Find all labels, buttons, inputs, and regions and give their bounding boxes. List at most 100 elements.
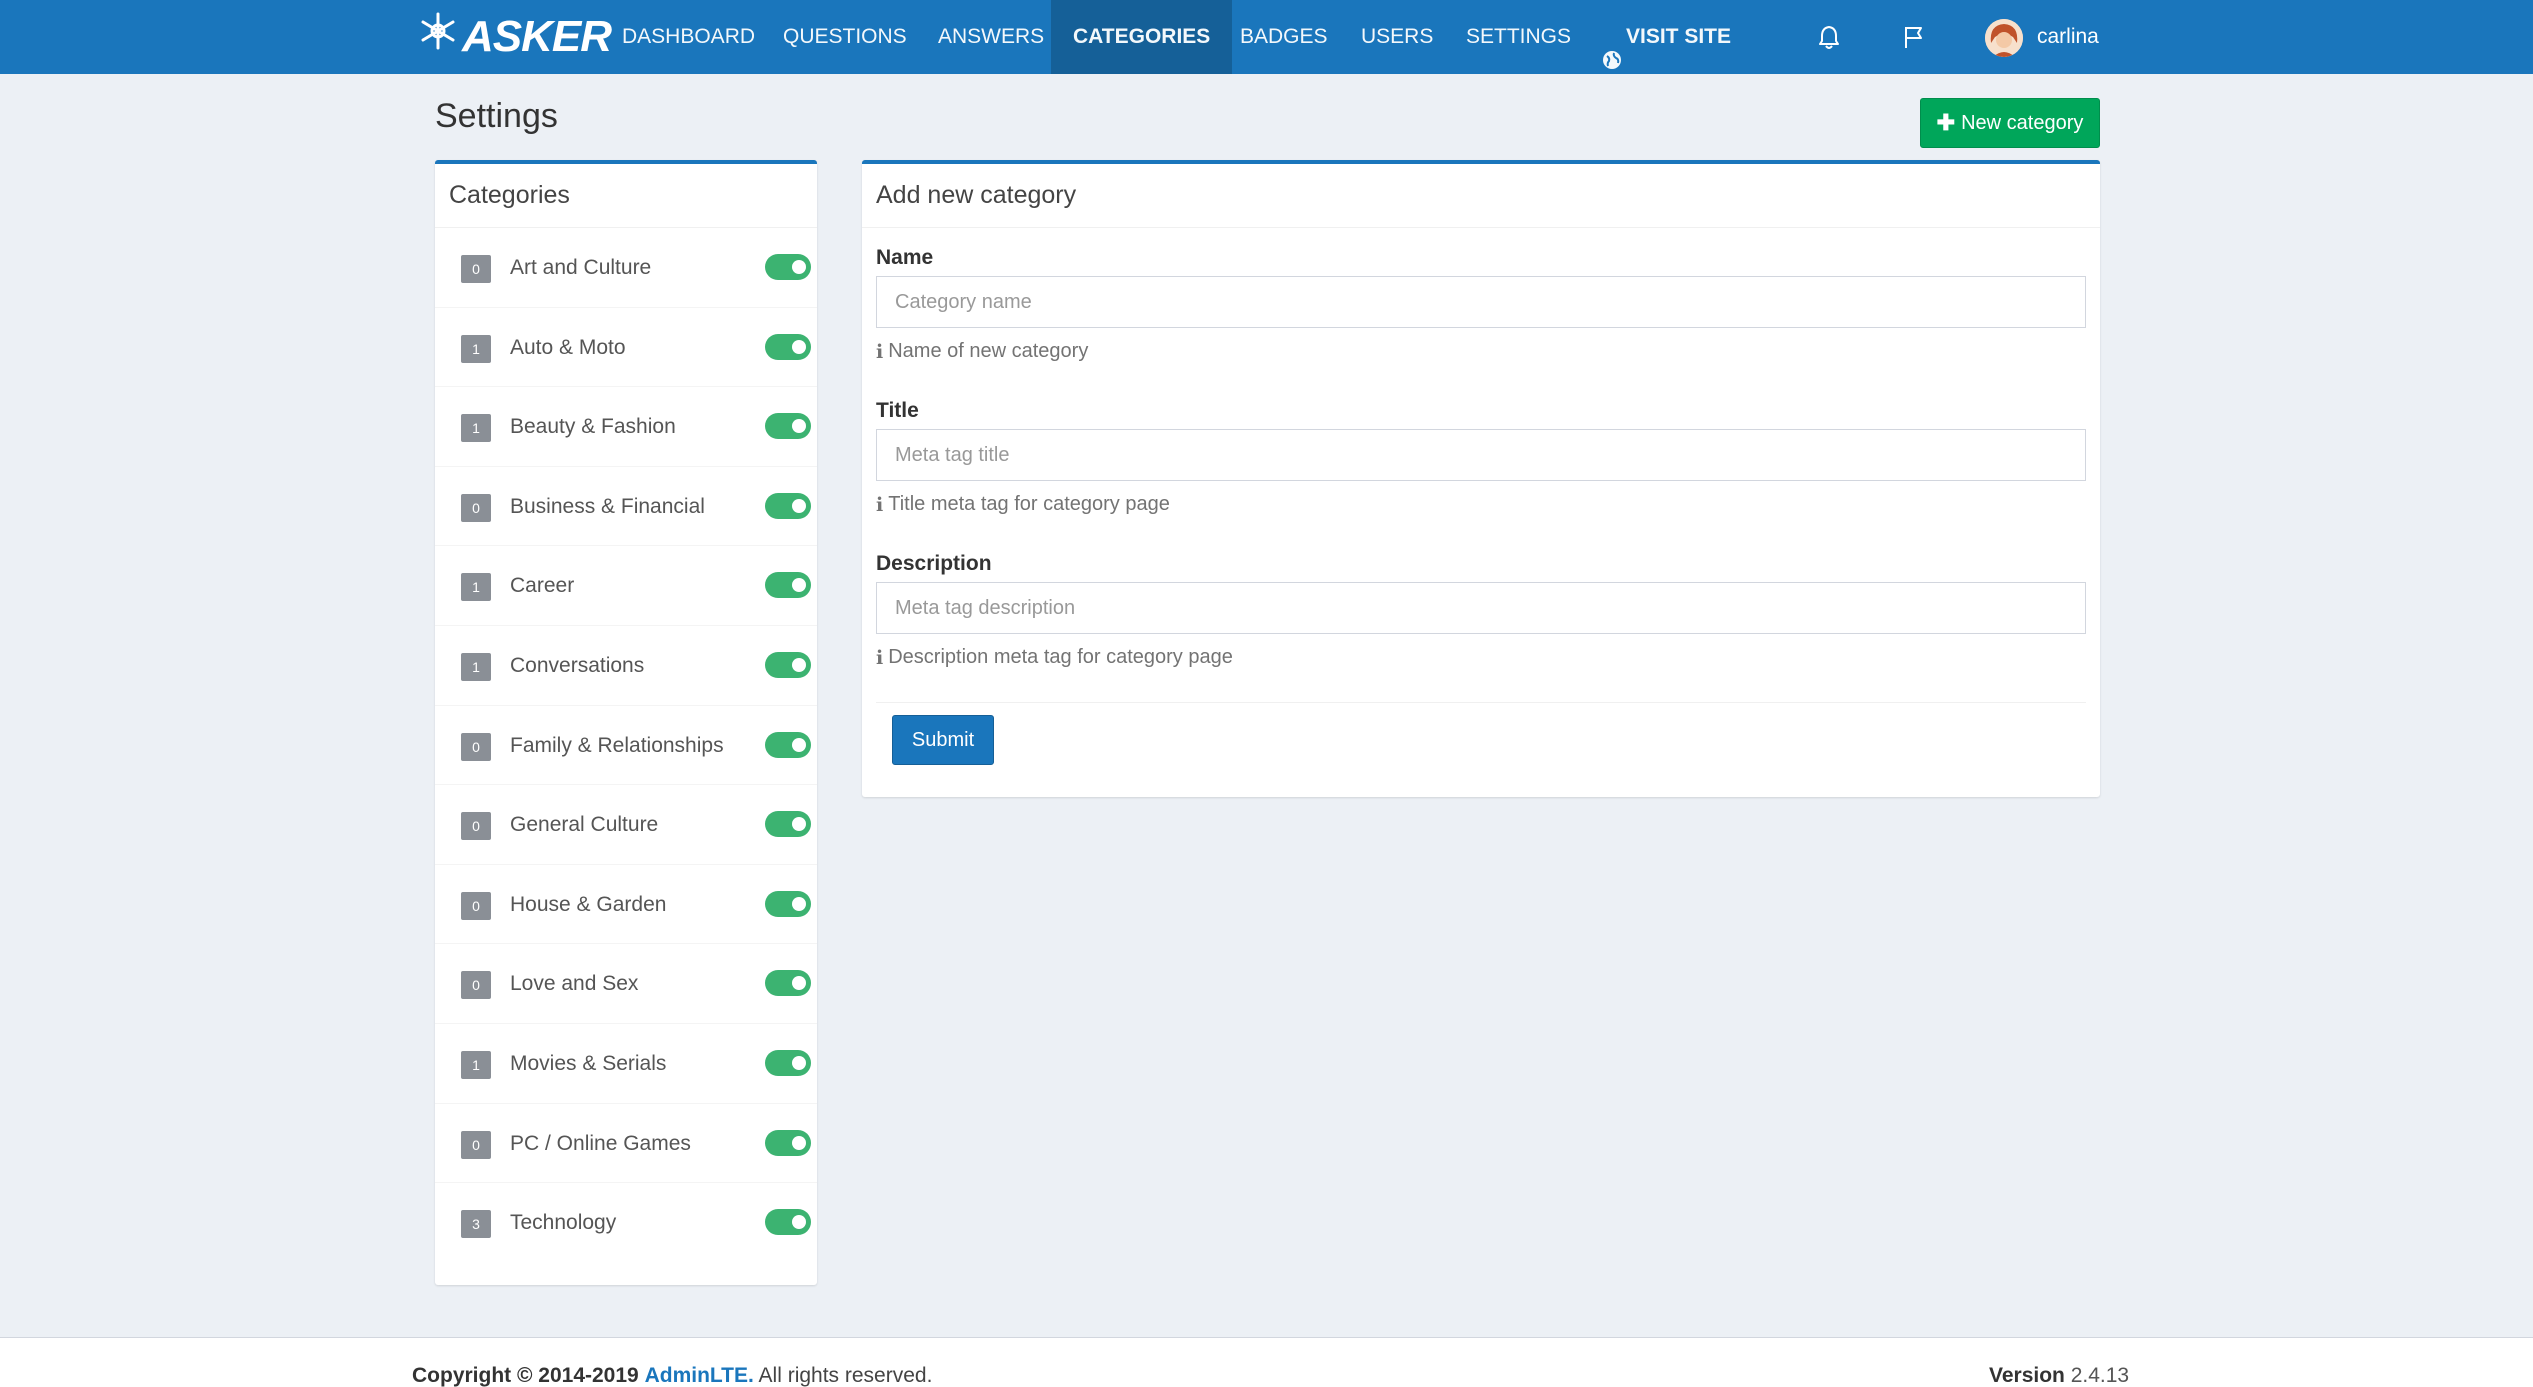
version-label: Version xyxy=(1989,1364,2065,1387)
category-item[interactable]: 1 Conversations xyxy=(435,626,817,706)
category-toggle[interactable] xyxy=(765,651,811,678)
category-count-badge: 0 xyxy=(461,1130,491,1159)
category-item[interactable]: 0 PC / Online Games xyxy=(435,1104,817,1184)
category-count-badge: 0 xyxy=(461,812,491,841)
category-item[interactable]: 3 Technology xyxy=(435,1183,817,1263)
new-category-label: New category xyxy=(1961,111,2084,134)
category-name: Conversations xyxy=(510,653,645,677)
nav-badges[interactable]: BADGES xyxy=(1218,0,1350,74)
rights-text: All rights reserved. xyxy=(758,1364,933,1387)
category-toggle[interactable] xyxy=(765,970,811,997)
description-help: i Description meta tag for category page xyxy=(876,646,2086,669)
form-footer-divider xyxy=(876,702,2086,703)
description-label: Description xyxy=(876,552,992,575)
category-name: Technology xyxy=(510,1211,617,1235)
category-name: Beauty & Fashion xyxy=(510,415,676,439)
category-item[interactable]: 0 House & Garden xyxy=(435,865,817,945)
description-form-group: Description Meta tag description i Descr… xyxy=(876,552,2086,669)
category-item[interactable]: 1 Auto & Moto xyxy=(435,308,817,388)
add-category-panel: Add new category Name Category name i Na… xyxy=(862,160,2100,797)
avatar[interactable] xyxy=(1985,19,2023,57)
info-icon: i xyxy=(876,493,884,516)
description-help-text: Description meta tag for category page xyxy=(888,646,1233,668)
copyright-prefix: Copyright © 2014-2019 xyxy=(412,1364,639,1387)
category-item[interactable]: 0 Family & Relationships xyxy=(435,706,817,786)
category-item[interactable]: 0 General Culture xyxy=(435,785,817,865)
category-name: Auto & Moto xyxy=(510,335,626,359)
version: Version 2.4.13 xyxy=(1989,1364,2129,1387)
brand-name: ASKER xyxy=(462,12,612,61)
category-item[interactable]: 0 Art and Culture xyxy=(435,228,817,308)
globe-icon xyxy=(1602,27,1622,69)
category-toggle[interactable] xyxy=(765,1129,811,1156)
name-help-text: Name of new category xyxy=(888,340,1089,362)
category-count-badge: 1 xyxy=(461,1050,491,1079)
category-toggle[interactable] xyxy=(765,492,811,519)
category-toggle[interactable] xyxy=(765,1049,811,1076)
snowflake-icon xyxy=(418,11,458,63)
nav-dashboard[interactable]: DASHBOARD xyxy=(600,0,777,74)
info-icon: i xyxy=(876,646,884,669)
visit-site-label: VISIT SITE xyxy=(1626,25,1732,48)
category-count-badge: 1 xyxy=(461,334,491,363)
category-name-input[interactable]: Category name xyxy=(876,276,2086,328)
category-name: Career xyxy=(510,574,575,598)
category-toggle[interactable] xyxy=(765,890,811,917)
category-count-badge: 0 xyxy=(461,493,491,522)
page-footer: Copyright © 2014-2019 AdminLTE. All righ… xyxy=(0,1337,2533,1387)
nav-visit-site[interactable]: VISIT SITE xyxy=(1580,0,1753,74)
flag-icon[interactable] xyxy=(1899,22,1929,52)
category-toggle[interactable] xyxy=(765,572,811,599)
category-item[interactable]: 1 Career xyxy=(435,546,817,626)
plus-icon: ✚ xyxy=(1936,110,1956,135)
category-item[interactable]: 1 Beauty & Fashion xyxy=(435,387,817,467)
category-count-badge: 1 xyxy=(461,414,491,443)
category-toggle[interactable] xyxy=(765,1209,811,1236)
category-item[interactable]: 0 Business & Financial xyxy=(435,467,817,547)
nav-questions[interactable]: QUESTIONS xyxy=(761,0,929,74)
category-name: Art and Culture xyxy=(510,256,652,279)
info-icon: i xyxy=(876,340,884,363)
adminlte-link[interactable]: AdminLTE. xyxy=(645,1364,754,1387)
category-name: General Culture xyxy=(510,813,659,837)
category-toggle[interactable] xyxy=(765,811,811,838)
category-count-badge: 0 xyxy=(461,255,491,283)
category-name: PC / Online Games xyxy=(510,1131,691,1155)
version-value: 2.4.13 xyxy=(2070,1364,2130,1387)
bell-icon[interactable] xyxy=(1814,22,1844,52)
nav-settings[interactable]: SETTINGS xyxy=(1444,0,1593,74)
category-item[interactable]: 0 Love and Sex xyxy=(435,944,817,1024)
category-name: Business & Financial xyxy=(510,494,705,518)
submit-button[interactable]: Submit xyxy=(892,715,994,765)
name-form-group: Name Category name i Name of new categor… xyxy=(876,246,2086,363)
category-toggle[interactable] xyxy=(765,731,811,758)
categories-list: 0 Art and Culture 1 Auto & Moto 1 Beauty & Fa… xyxy=(435,228,817,1263)
name-help: i Name of new category xyxy=(876,340,2086,363)
category-toggle[interactable] xyxy=(765,254,811,280)
categories-title: Categories xyxy=(435,164,817,228)
name-label: Name xyxy=(876,246,934,269)
top-navbar: ASKER DASHBOARD QUESTIONS ANSWERS CATEGO… xyxy=(0,0,2533,74)
title-help: i Title meta tag for category page xyxy=(876,493,2086,516)
category-count-badge: 1 xyxy=(461,573,491,602)
category-count-badge: 0 xyxy=(461,732,491,761)
title-form-group: Title Meta tag title i Title meta tag fo… xyxy=(876,399,2086,516)
category-toggle[interactable] xyxy=(765,413,811,440)
nav-categories[interactable]: CATEGORIES xyxy=(1051,0,1233,74)
meta-title-input[interactable]: Meta tag title xyxy=(876,429,2086,481)
nav-users[interactable]: USERS xyxy=(1339,0,1455,74)
meta-description-input[interactable]: Meta tag description xyxy=(876,582,2086,634)
new-category-button[interactable]: ✚ New category xyxy=(1920,98,2100,148)
categories-panel: Categories 0 Art and Culture 1 Auto & Moto 1… xyxy=(435,160,817,1285)
category-item[interactable]: 1 Movies & Serials xyxy=(435,1024,817,1104)
category-name: House & Garden xyxy=(510,892,667,916)
title-help-text: Title meta tag for category page xyxy=(888,493,1170,515)
category-name: Family & Relationships xyxy=(510,733,724,757)
brand-logo[interactable]: ASKER xyxy=(418,11,612,63)
nav-answers[interactable]: ANSWERS xyxy=(916,0,1066,74)
category-toggle[interactable] xyxy=(765,333,811,360)
username[interactable]: carlina xyxy=(2037,0,2099,74)
category-count-badge: 3 xyxy=(461,1210,491,1239)
category-count-badge: 1 xyxy=(461,652,491,681)
title-label: Title xyxy=(876,399,919,422)
